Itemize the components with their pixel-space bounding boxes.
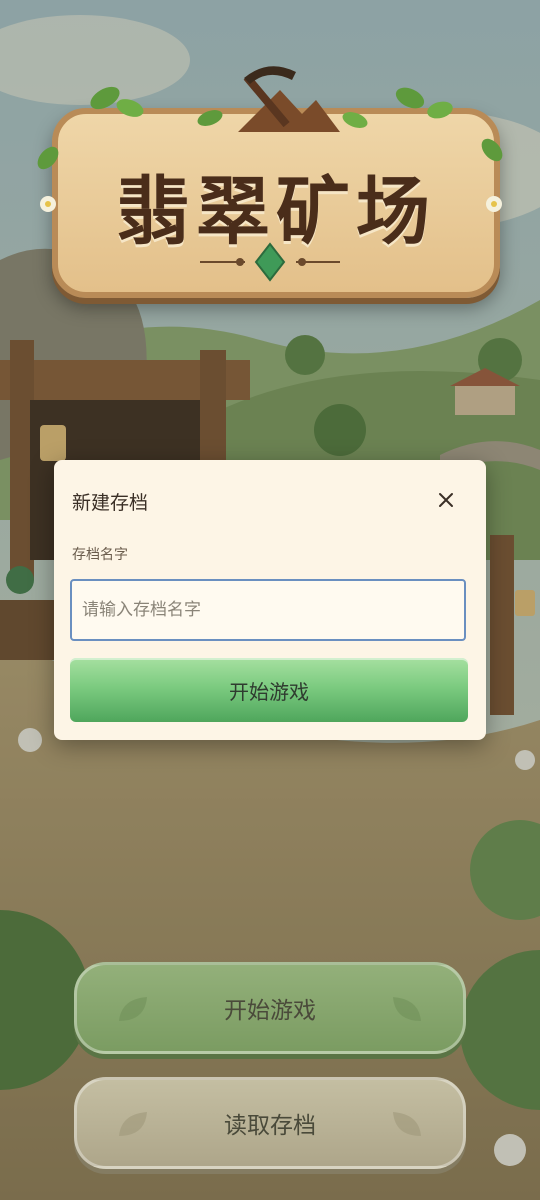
close-button[interactable] — [432, 486, 460, 514]
new-save-dialog: 新建存档 存档名字 开始游戏 — [54, 460, 486, 740]
load-save-button[interactable]: 读取存档 — [74, 1077, 466, 1169]
leaf-icon — [393, 997, 421, 1021]
title-sign: 翡翠矿场 — [52, 108, 500, 298]
close-icon — [439, 493, 453, 507]
start-game-label: 开始游戏 — [224, 998, 316, 1024]
dialog-title: 新建存档 — [72, 492, 149, 514]
dialog-start-button[interactable]: 开始游戏 — [70, 658, 468, 722]
start-game-button[interactable]: 开始游戏 — [74, 962, 466, 1054]
load-save-label: 读取存档 — [224, 1113, 316, 1139]
leaf-icon — [393, 1112, 421, 1136]
leaf-icon — [119, 997, 147, 1021]
leaf-icon — [119, 1112, 147, 1136]
game-title: 翡翠矿场 — [116, 169, 436, 255]
save-name-input[interactable] — [70, 579, 466, 641]
save-name-label: 存档名字 — [72, 547, 128, 563]
